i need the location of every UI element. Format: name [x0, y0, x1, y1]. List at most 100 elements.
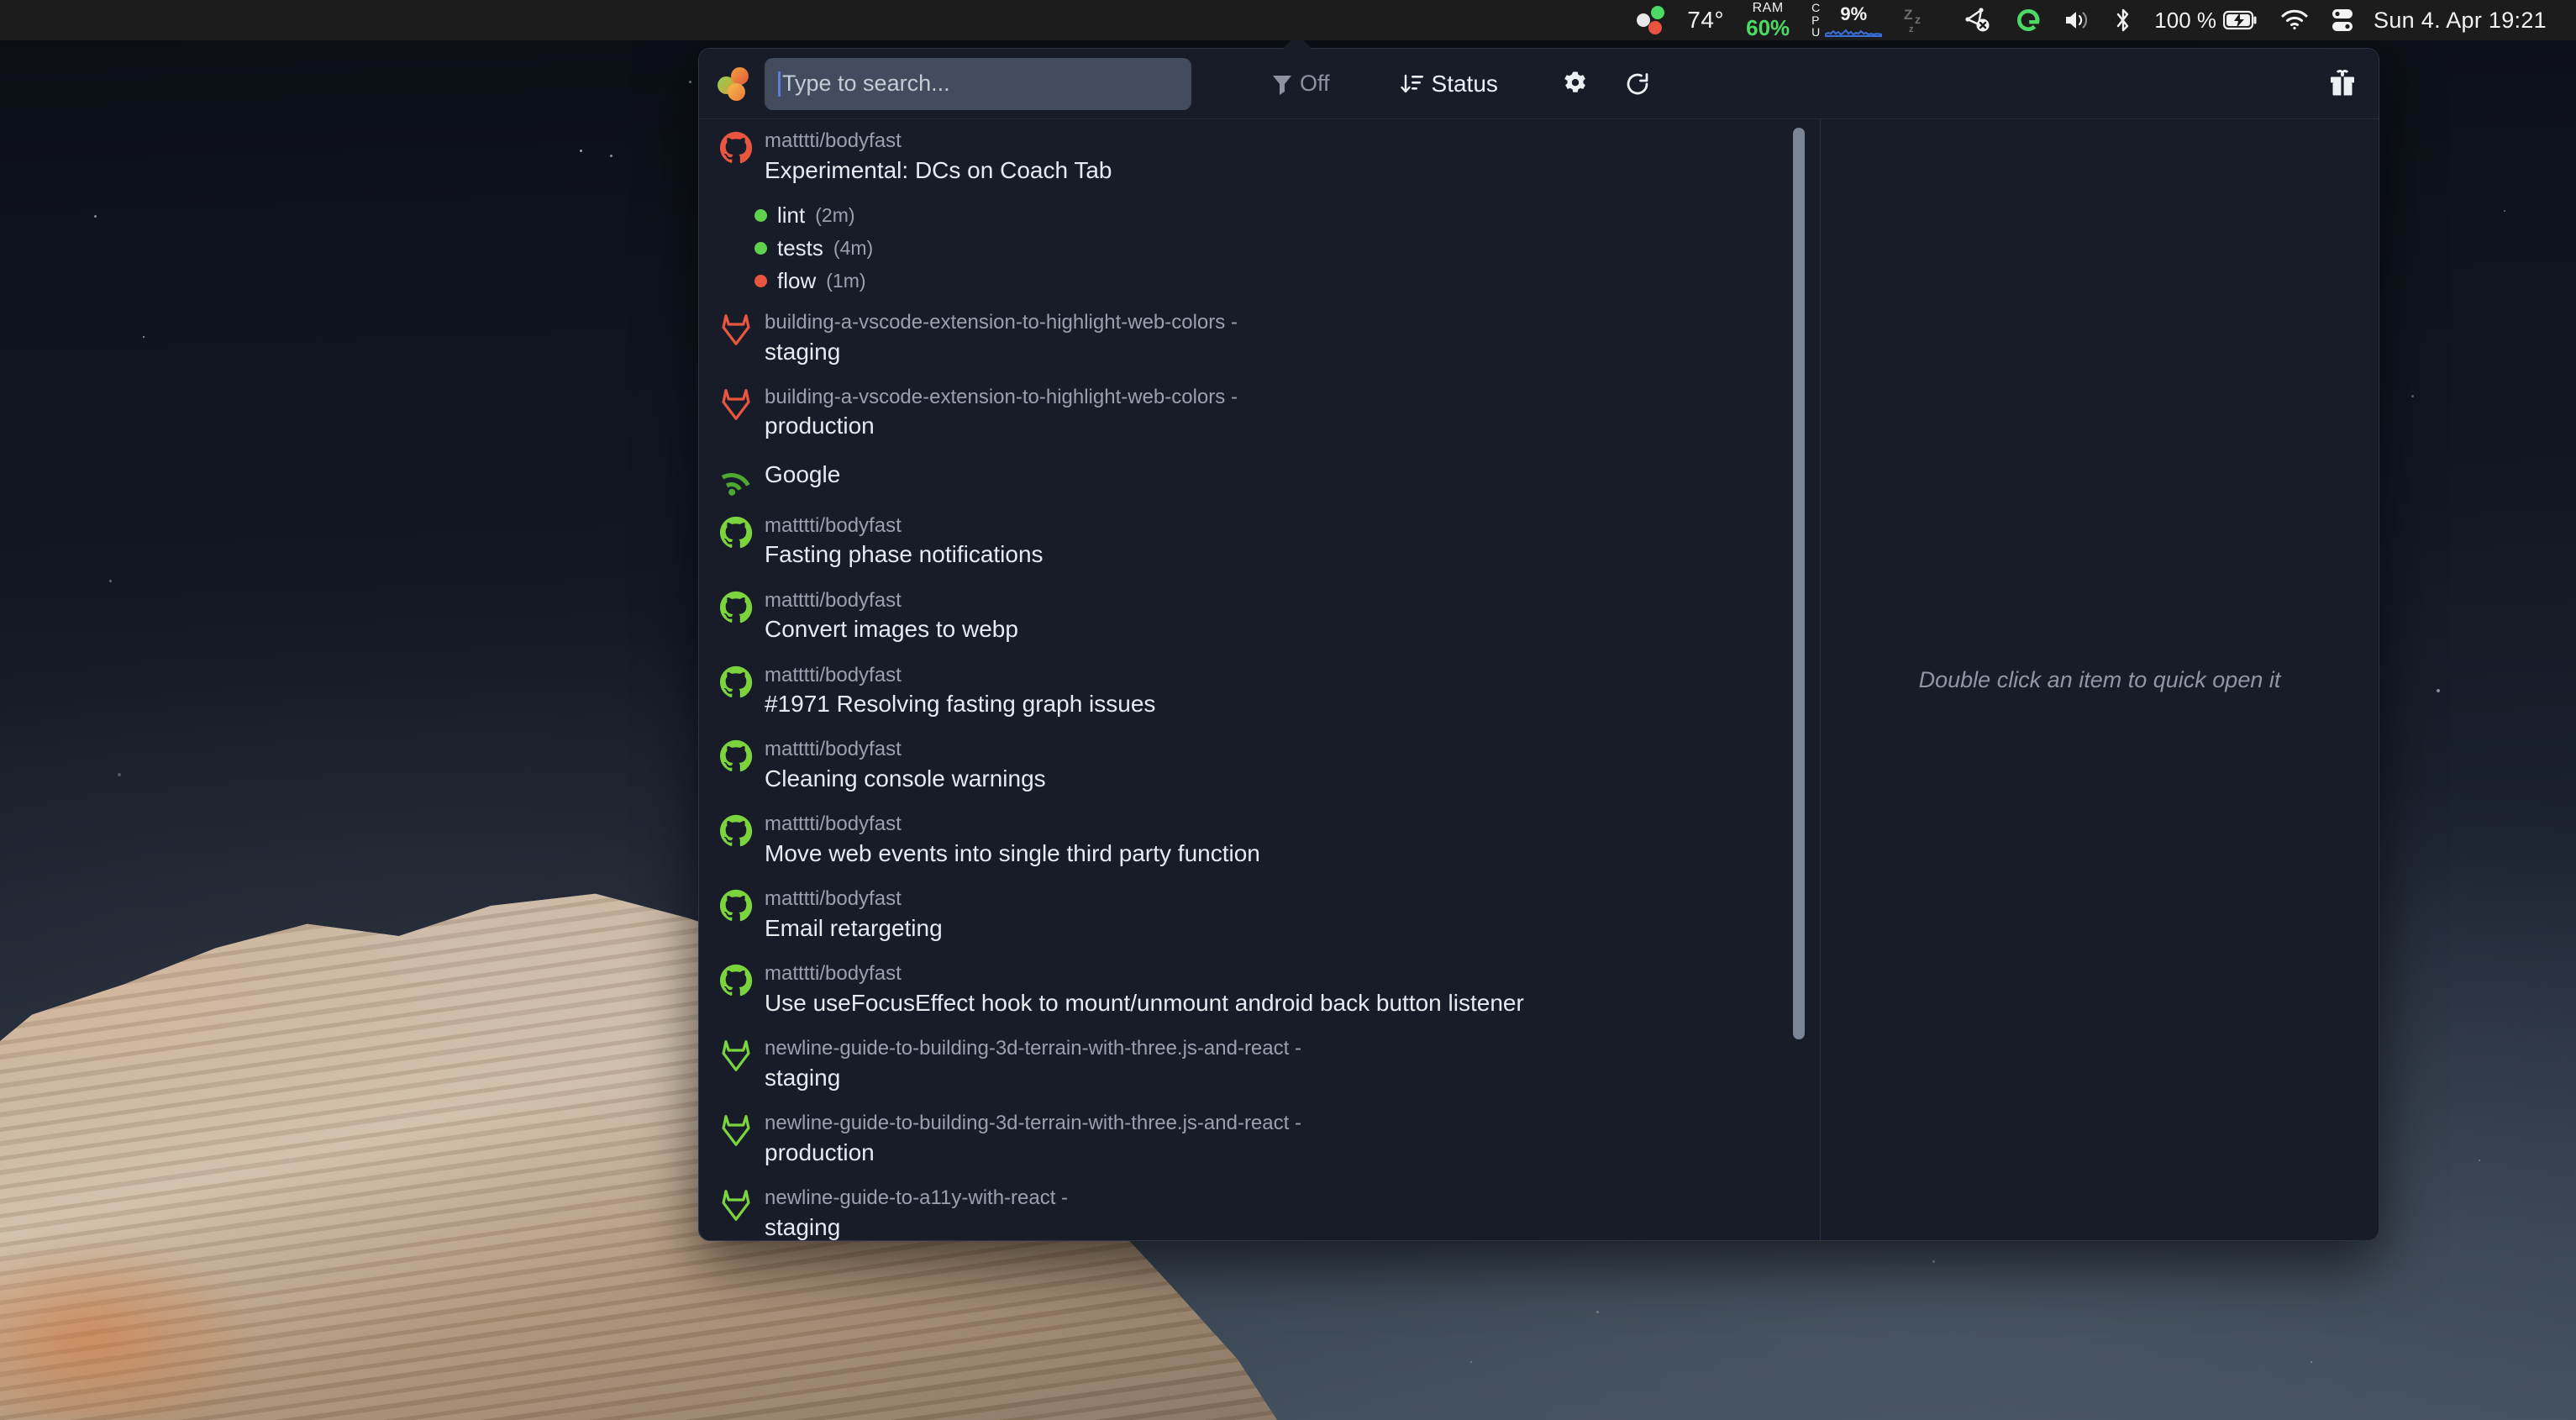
airplay-muted-icon: [1963, 7, 1993, 34]
search-placeholder: Type to search...: [782, 71, 950, 97]
status-dot: [754, 275, 767, 287]
menubar-bluetooth[interactable]: [2103, 0, 2143, 40]
sort-button[interactable]: Status: [1401, 71, 1498, 97]
control-center-icon: [2331, 8, 2354, 33]
list-item[interactable]: matttti/bodyfast #1971 Resolving fasting …: [699, 654, 1820, 728]
results-list[interactable]: matttti/bodyfast Experimental: DCs on Coa…: [699, 119, 1820, 1240]
menubar-control-center[interactable]: [2320, 0, 2365, 40]
menubar-app-dots[interactable]: [1626, 0, 1676, 40]
grammarly-g-icon: [2015, 7, 2042, 34]
list-scrollbar[interactable]: [1793, 128, 1805, 1039]
github-icon: [719, 131, 753, 165]
github-icon: [719, 665, 753, 699]
sort-label: Status: [1432, 71, 1498, 97]
cpu-label: CPU: [1811, 2, 1820, 39]
filter-button[interactable]: Off: [1272, 71, 1330, 97]
star: [2504, 210, 2505, 212]
star: [118, 773, 121, 776]
list-item[interactable]: matttti/bodyfast Email retargeting: [699, 877, 1820, 952]
refresh-button[interactable]: [1624, 71, 1651, 97]
bluetooth-icon: [2114, 7, 2132, 34]
github-icon: [719, 591, 753, 624]
gitlab-icon: [719, 313, 753, 346]
list-item[interactable]: matttti/bodyfast Cleaning console warning…: [699, 728, 1820, 802]
gitlab-icon: [719, 1039, 753, 1072]
check-item[interactable]: tests (4m): [754, 232, 1820, 265]
menubar-ram[interactable]: RAM 60%: [1735, 0, 1801, 40]
menubar-datetime[interactable]: Sun 4. Apr 19:21: [2365, 0, 2558, 40]
list-item[interactable]: newline-guide-to-a11y-with-react - stagin…: [699, 1176, 1820, 1240]
list-item[interactable]: building-a-vscode-extension-to-highlight…: [699, 376, 1820, 450]
menubar-wifi[interactable]: [2269, 0, 2320, 40]
menubar-grammarly[interactable]: [2004, 0, 2053, 40]
github-icon: [719, 516, 753, 550]
list-item[interactable]: newline-guide-to-building-3d-terrain-wit…: [699, 1102, 1820, 1176]
menubar-caffeine[interactable]: Z z z: [1893, 0, 1952, 40]
list-item-text: newline-guide-to-a11y-with-react - stagin…: [765, 1185, 1068, 1240]
settings-button[interactable]: [1562, 71, 1589, 97]
star: [2437, 689, 2440, 692]
list-item-text: matttti/bodyfast #1971 Resolving fasting …: [765, 662, 1155, 720]
list-item-title: Email retargeting: [765, 912, 943, 944]
list-item[interactable]: matttti/bodyfast Convert images to webp: [699, 579, 1820, 654]
check-item[interactable]: flow (1m): [754, 265, 1820, 297]
list-item-repo: matttti/bodyfast: [765, 128, 1112, 155]
three-circles-logo[interactable]: [718, 67, 751, 101]
status-dot: [754, 242, 767, 255]
battery-percent: 100 %: [2154, 8, 2216, 34]
svg-text:Z: Z: [1904, 7, 1912, 23]
list-item-text: matttti/bodyfast Move web events into sin…: [765, 811, 1260, 869]
list-item-title: Google: [765, 459, 840, 490]
list-item-title: Fasting phase notifications: [765, 539, 1044, 570]
star: [143, 336, 145, 338]
list-item-text: matttti/bodyfast Email retargeting: [765, 886, 943, 944]
list-item-text: matttti/bodyfast Fasting phase notificati…: [765, 513, 1044, 571]
list-item-title: staging: [765, 336, 1238, 367]
list-item[interactable]: Google: [699, 450, 1820, 504]
list-item-repo: matttti/bodyfast: [765, 736, 1046, 763]
cpu-sparkline-icon: [1825, 25, 1882, 37]
menubar-airplay-muted[interactable]: [1952, 0, 2004, 40]
rss-icon: [719, 462, 753, 496]
list-item[interactable]: matttti/bodyfast Fasting phase notificati…: [699, 504, 1820, 579]
rss-icon: [719, 462, 753, 496]
check-duration: (2m): [815, 204, 854, 227]
list-item-text: building-a-vscode-extension-to-highlight…: [765, 309, 1238, 367]
check-item[interactable]: lint (2m): [754, 199, 1820, 232]
list-item-title: staging: [765, 1212, 1068, 1240]
gift-button[interactable]: [2328, 70, 2357, 98]
sort-descending-icon: [1401, 72, 1424, 96]
menubar-volume[interactable]: [2053, 0, 2103, 40]
window-toolbar: Type to search... Off Status: [699, 49, 2379, 119]
star: [1932, 1260, 1935, 1263]
svg-text:z: z: [1909, 24, 1914, 34]
list-item-repo: building-a-vscode-extension-to-highlight…: [765, 384, 1238, 411]
list-item[interactable]: building-a-vscode-extension-to-highlight…: [699, 301, 1820, 376]
wifi-icon: [2280, 9, 2309, 31]
github-icon: [719, 739, 753, 773]
list-item[interactable]: newline-guide-to-building-3d-terrain-wit…: [699, 1027, 1820, 1102]
check-duration: (1m): [826, 270, 865, 292]
list-item-repo: matttti/bodyfast: [765, 960, 1524, 987]
battery-charging-icon: [2223, 10, 2258, 30]
check-name: flow: [777, 268, 816, 294]
ram-label: RAM: [1753, 2, 1784, 15]
github-icon: [719, 889, 753, 923]
github-icon: [719, 964, 753, 997]
detail-hint: Double click an item to quick open it: [1919, 667, 2281, 693]
zzz-icon: Z z z: [1904, 6, 1941, 34]
list-item-repo: matttti/bodyfast: [765, 513, 1044, 539]
menubar-temperature[interactable]: 74°: [1676, 0, 1735, 40]
list-item[interactable]: matttti/bodyfast Experimental: DCs on Coa…: [699, 119, 1820, 194]
menubar-cpu[interactable]: CPU 9%: [1801, 0, 1893, 40]
list-item[interactable]: matttti/bodyfast Move web events into sin…: [699, 802, 1820, 877]
text-caret: [778, 71, 781, 97]
menubar-battery[interactable]: 100 %: [2143, 0, 2269, 40]
check-name: lint: [777, 202, 805, 229]
gitlab-icon: [719, 313, 753, 346]
list-item[interactable]: matttti/bodyfast Use useFocusEffect hook …: [699, 952, 1820, 1027]
search-input[interactable]: Type to search...: [765, 58, 1191, 110]
list-item-text: matttti/bodyfast Experimental: DCs on Coa…: [765, 128, 1112, 186]
list-item-repo: matttti/bodyfast: [765, 811, 1260, 838]
github-icon: [719, 591, 753, 624]
